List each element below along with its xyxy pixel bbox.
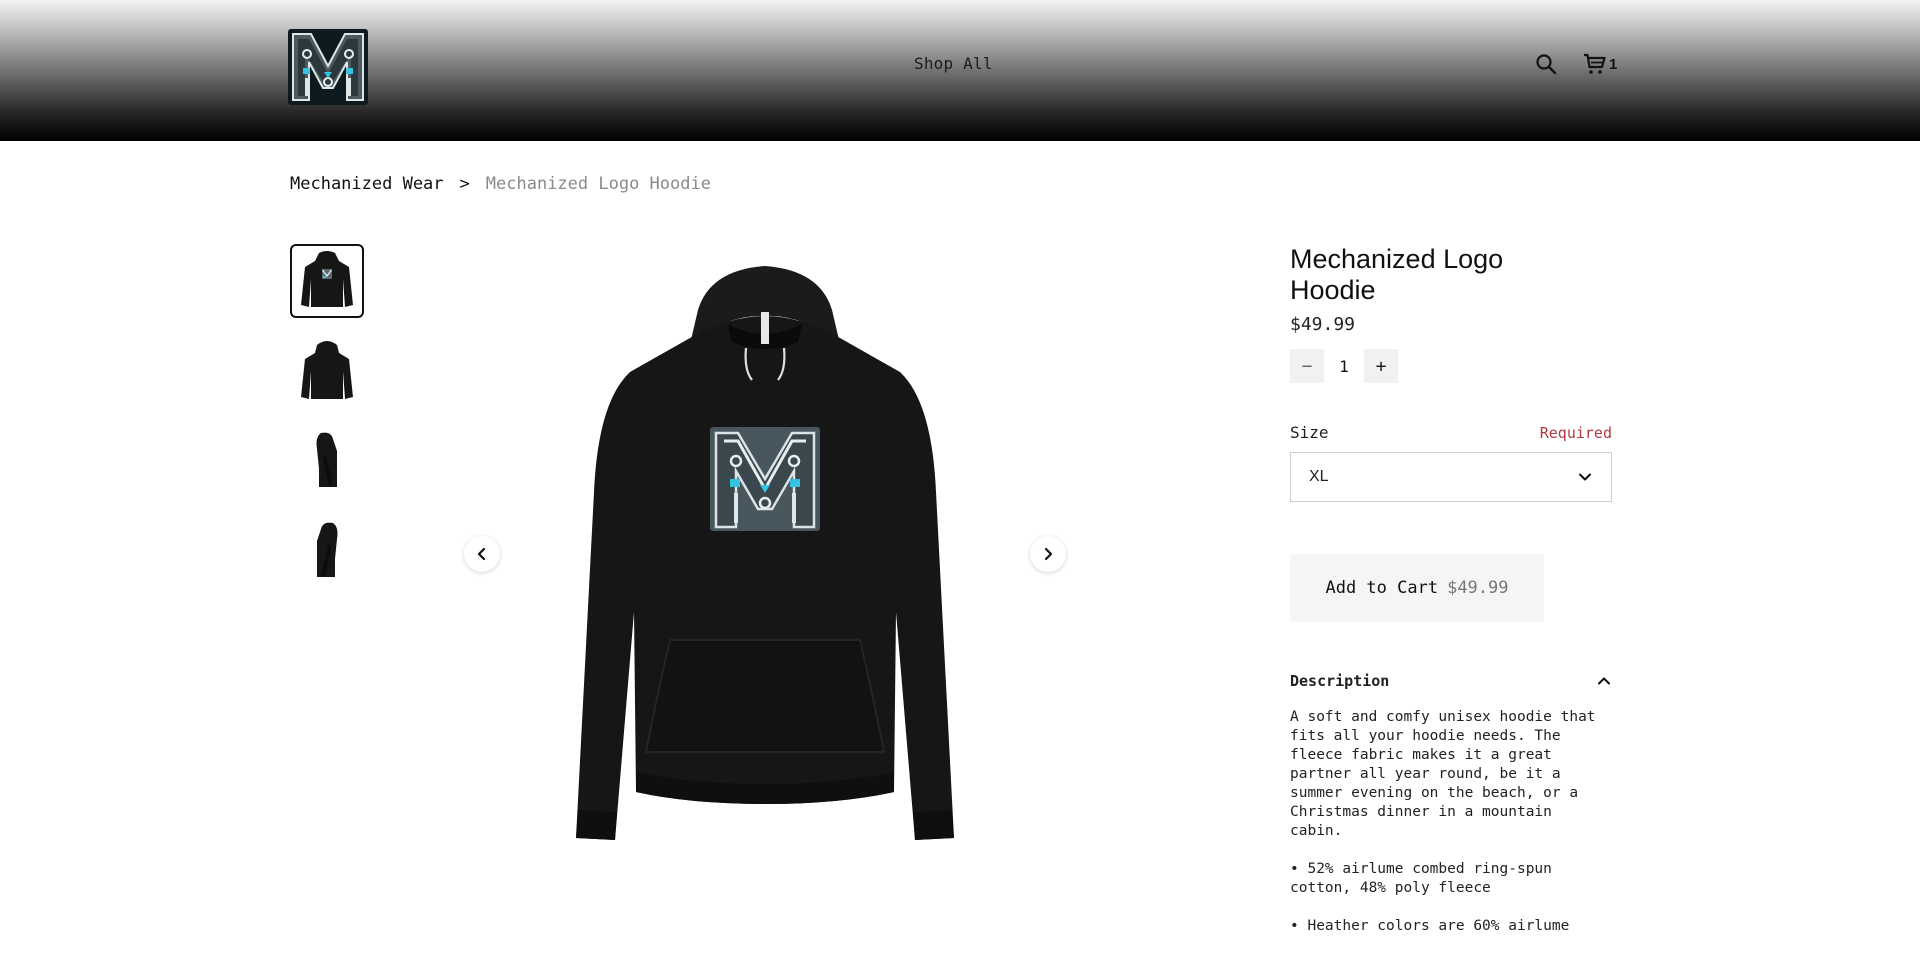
thumbnail-right-side[interactable] [290,514,364,588]
size-select[interactable]: XL [1290,452,1612,502]
size-label: Size [1290,423,1329,442]
site-header: Shop All 1 [0,0,1920,141]
description-text: A soft and comfy unisex hoodie that fits… [1290,709,1596,839]
description-body: A soft and comfy unisex hoodie that fits… [1290,708,1612,936]
chevron-down-icon [1579,473,1591,481]
thumbnail-front[interactable] [290,244,364,318]
add-to-cart-button[interactable]: Add to Cart $49.99 [1290,554,1544,622]
cart-icon[interactable] [1583,52,1607,76]
chevron-up-icon [1598,677,1610,685]
product-title: Mechanized Logo Hoodie [1290,244,1504,305]
quantity-increase-button[interactable]: + [1364,349,1398,383]
breadcrumb-home-link[interactable]: Mechanized Wear [290,174,444,194]
size-selected-value: XL [1309,468,1329,485]
chevron-left-icon [477,547,486,561]
size-required-label: Required [1539,424,1612,442]
cart-count-badge[interactable]: 1 [1609,56,1617,73]
product-price: $49.99 [1290,314,1356,335]
mechanized-logo-icon[interactable] [287,28,369,106]
add-to-cart-price: $49.99 [1447,578,1509,598]
chevron-right-icon [1044,547,1053,561]
breadcrumb-current: Mechanized Logo Hoodie [485,174,711,194]
product-image-carousel [460,244,1070,864]
product-main-image [540,252,990,852]
description-bullet: • Heather colors are 60% airlume [1290,918,1570,934]
size-row: Size Required [1290,423,1612,442]
breadcrumb: Mechanized Wear > Mechanized Logo Hoodie [290,174,711,194]
thumbnail-left-side[interactable] [290,424,364,498]
carousel-next-button[interactable] [1030,536,1066,572]
carousel-prev-button[interactable] [464,536,500,572]
product-details-panel: Mechanized Logo Hoodie $49.99 − 1 + Size… [1290,244,1612,936]
quantity-decrease-button[interactable]: − [1290,349,1324,383]
quantity-value[interactable]: 1 [1324,357,1364,376]
description-title: Description [1290,672,1390,690]
thumbnail-back[interactable] [290,334,364,408]
nav-shop-all[interactable]: Shop All [914,54,993,73]
add-to-cart-label: Add to Cart [1325,578,1439,598]
search-icon[interactable] [1535,53,1557,75]
description-bullet: • 52% airlume combed ring-spun cotton, 4… [1290,861,1552,896]
breadcrumb-separator: > [459,174,470,194]
description-toggle[interactable]: Description [1290,672,1612,690]
quantity-stepper: − 1 + [1290,349,1612,383]
thumbnail-list [290,244,364,604]
